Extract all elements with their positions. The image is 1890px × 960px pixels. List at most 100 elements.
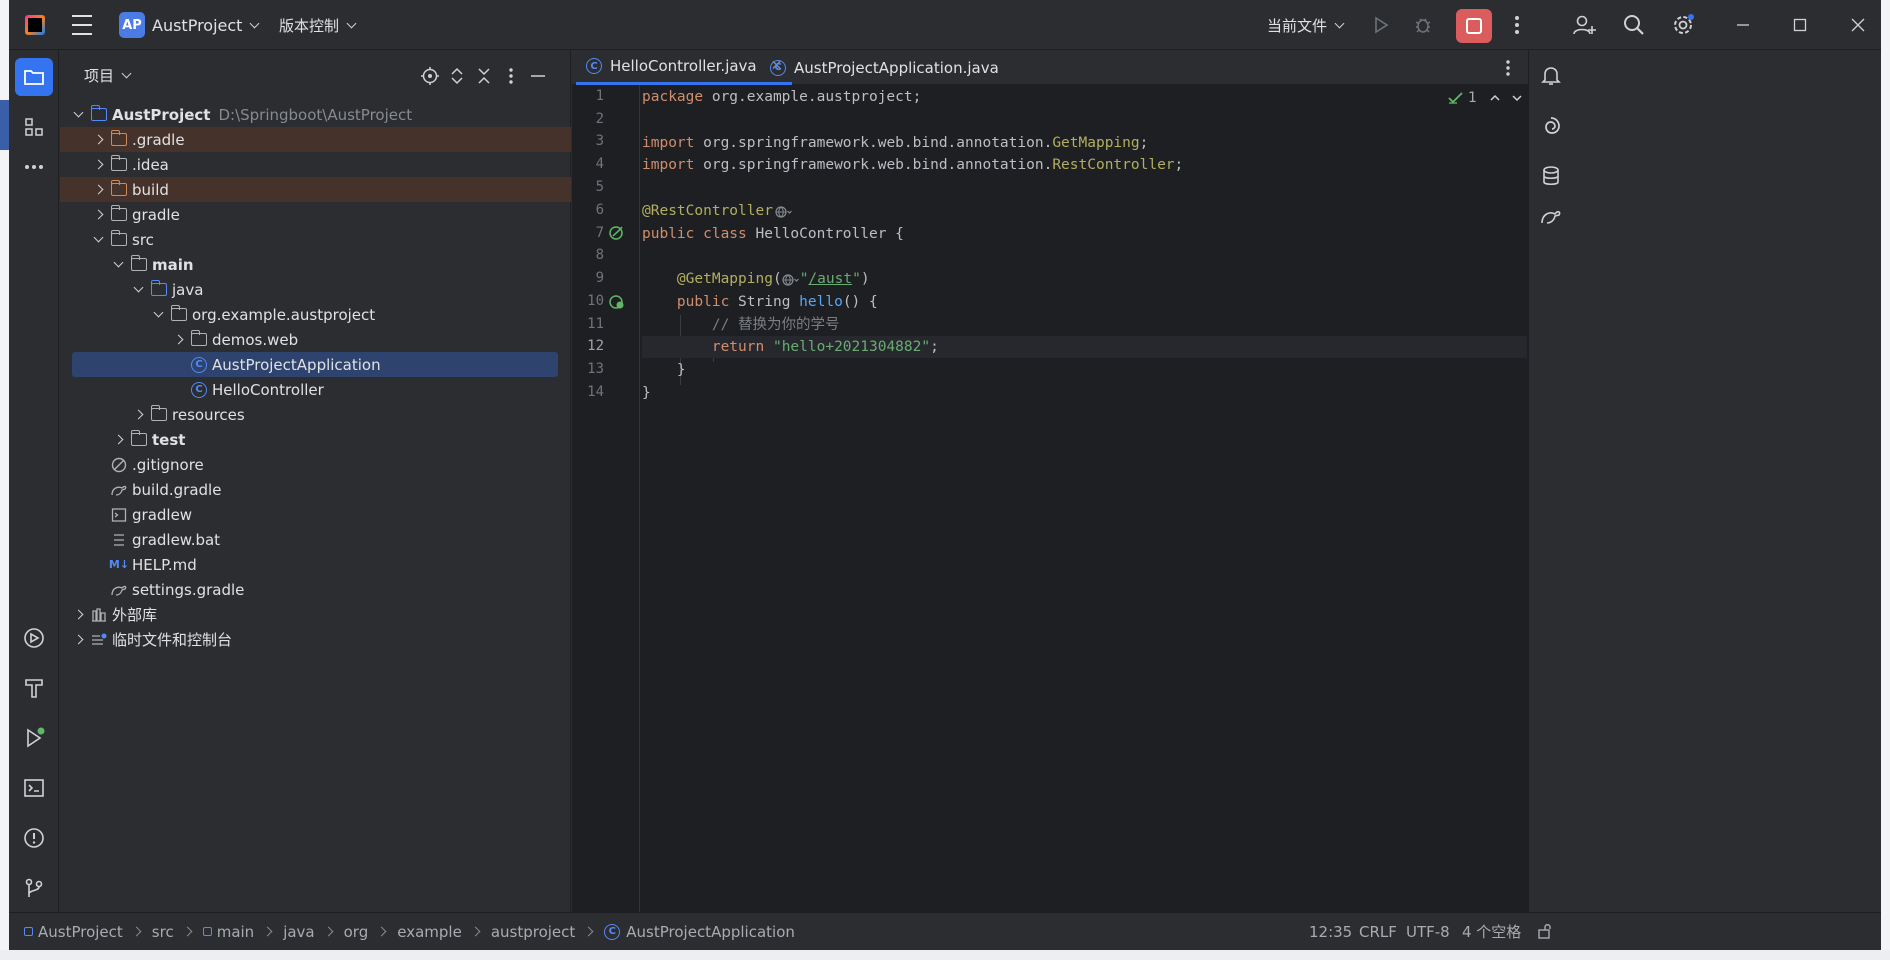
- chevron-down-icon[interactable]: [90, 232, 106, 248]
- breadcrumb-item[interactable]: example: [397, 923, 462, 941]
- tree-item-idea[interactable]: .idea: [60, 152, 571, 177]
- run-icon[interactable]: [1365, 9, 1397, 41]
- tree-item-scratches[interactable]: 临时文件和控制台: [60, 627, 571, 652]
- database-icon[interactable]: [1535, 160, 1567, 192]
- tree-item-gradle-dir[interactable]: .gradle: [60, 127, 571, 152]
- tab-austprojectapplication[interactable]: C AustProjectApplication.java: [760, 50, 1009, 85]
- chevron-right-icon[interactable]: [90, 132, 106, 148]
- search-icon[interactable]: [1618, 9, 1650, 41]
- chevron-right-icon[interactable]: [110, 432, 126, 448]
- project-badge[interactable]: AP: [119, 12, 145, 38]
- notifications-bell-icon[interactable]: [1535, 60, 1567, 92]
- tree-item-build[interactable]: build: [60, 177, 571, 202]
- hide-panel-icon[interactable]: [522, 60, 554, 92]
- tree-item-root[interactable]: AustProject D:\Springboot\AustProject: [60, 102, 571, 127]
- run-config-selector[interactable]: 当前文件: [1267, 12, 1345, 38]
- tree-item-build-gradle[interactable]: build.gradle: [60, 477, 571, 502]
- chevron-right-icon[interactable]: [90, 182, 106, 198]
- tab-label: HelloController.java: [610, 57, 757, 75]
- gradle-file-icon: [110, 581, 128, 599]
- add-user-icon[interactable]: [1569, 9, 1601, 41]
- inspection-widget[interactable]: 1: [1448, 90, 1523, 106]
- line-separator[interactable]: CRLF: [1359, 923, 1397, 941]
- tree-item-label: src: [132, 230, 154, 249]
- text-file-icon: [110, 531, 128, 549]
- chevron-down-icon[interactable]: [150, 307, 166, 323]
- tree-item-help-md[interactable]: M↓ HELP.md: [60, 552, 571, 577]
- ai-assistant-icon[interactable]: [1535, 110, 1567, 142]
- code-content[interactable]: package org.example.austproject; import …: [642, 85, 1527, 912]
- tree-item-gradle[interactable]: gradle: [60, 202, 571, 227]
- tree-item-resources[interactable]: resources: [60, 402, 571, 427]
- chevron-down-icon[interactable]: [110, 257, 126, 273]
- project-panel: 项目 AustProject D:\Springboot\AustProject…: [60, 50, 571, 912]
- more-actions-icon[interactable]: [1501, 9, 1533, 41]
- terminal-icon[interactable]: [15, 769, 53, 807]
- shell-script-icon: [110, 506, 128, 524]
- line-number: 10: [587, 293, 604, 309]
- breadcrumb-item[interactable]: AustProjectApplication: [626, 923, 795, 941]
- breadcrumb-item[interactable]: java: [283, 923, 314, 941]
- chevron-right-icon[interactable]: [70, 607, 86, 623]
- main-menu-icon[interactable]: [71, 15, 93, 35]
- tree-item-label: gradlew.bat: [132, 530, 221, 549]
- settings-gear-icon[interactable]: [1667, 9, 1699, 41]
- chevron-right-icon[interactable]: [170, 332, 186, 348]
- chevron-right-icon[interactable]: [90, 157, 106, 173]
- stop-button[interactable]: [1456, 9, 1492, 43]
- tree-item-src[interactable]: src: [60, 227, 571, 252]
- gradle-file-icon: [110, 481, 128, 499]
- tree-item-external-libraries[interactable]: 外部库: [60, 602, 571, 627]
- chevron-right-icon[interactable]: [70, 632, 86, 648]
- more-tools-icon[interactable]: [15, 148, 53, 186]
- tree-item-main[interactable]: main: [60, 252, 571, 277]
- chevron-down-icon[interactable]: [130, 282, 146, 298]
- lock-icon[interactable]: [1537, 923, 1553, 943]
- project-tool-button[interactable]: [15, 58, 53, 96]
- breadcrumb-item[interactable]: org: [344, 923, 369, 941]
- problems-icon[interactable]: [15, 819, 53, 857]
- tree-item-gitignore[interactable]: .gitignore: [60, 452, 571, 477]
- tree-item-gradlew-bat[interactable]: gradlew.bat: [60, 527, 571, 552]
- spring-bean-gutter-icon[interactable]: [608, 224, 626, 246]
- endpoint-gutter-icon[interactable]: [608, 293, 626, 315]
- minimize-icon[interactable]: [1727, 9, 1759, 41]
- tree-item-gradlew[interactable]: gradlew: [60, 502, 571, 527]
- build-hammer-icon[interactable]: [15, 669, 53, 707]
- code-line: package org.example.austproject;: [642, 89, 922, 105]
- breadcrumb-item[interactable]: AustProject: [38, 923, 123, 941]
- gradle-tool-icon[interactable]: [1535, 200, 1567, 232]
- tree-item-label: build: [132, 180, 169, 199]
- tree-item-demos-web[interactable]: demos.web: [60, 327, 571, 352]
- line-number: 13: [587, 361, 604, 377]
- debug-icon[interactable]: [1407, 9, 1439, 41]
- breadcrumb-item[interactable]: austproject: [491, 923, 575, 941]
- cursor-position[interactable]: 12:35: [1309, 923, 1352, 941]
- chevron-down-icon[interactable]: [70, 107, 86, 123]
- tree-item-test[interactable]: test: [60, 427, 571, 452]
- maximize-icon[interactable]: [1784, 9, 1816, 41]
- tree-item-austprojectapplication[interactable]: C AustProjectApplication: [72, 352, 558, 377]
- tree-item-hellocontroller[interactable]: C HelloController: [60, 377, 571, 402]
- services-icon[interactable]: [15, 619, 53, 657]
- structure-icon[interactable]: [15, 108, 53, 146]
- file-encoding[interactable]: UTF-8: [1406, 923, 1450, 941]
- line-number: 6: [595, 202, 604, 218]
- tree-item-package[interactable]: org.example.austproject: [60, 302, 571, 327]
- breadcrumb-item[interactable]: main: [217, 923, 254, 941]
- indent-setting[interactable]: 4 个空格: [1462, 921, 1521, 942]
- run-tool-icon[interactable]: [15, 719, 53, 757]
- breadcrumb-item[interactable]: src: [152, 923, 174, 941]
- close-window-icon[interactable]: [1842, 9, 1874, 41]
- vcs-menu[interactable]: 版本控制: [279, 12, 357, 38]
- module-folder-icon: [130, 255, 148, 274]
- git-icon[interactable]: [15, 869, 53, 907]
- tree-item-java[interactable]: java: [60, 277, 571, 302]
- tab-options-icon[interactable]: [1492, 52, 1524, 84]
- intellij-logo-icon[interactable]: [25, 15, 45, 35]
- project-switcher[interactable]: AustProject: [152, 12, 260, 38]
- tree-item-settings-gradle[interactable]: settings.gradle: [60, 577, 571, 602]
- chevron-right-icon[interactable]: [90, 207, 106, 223]
- chevron-right-icon[interactable]: [130, 407, 146, 423]
- project-view-selector[interactable]: 项目: [84, 65, 132, 86]
